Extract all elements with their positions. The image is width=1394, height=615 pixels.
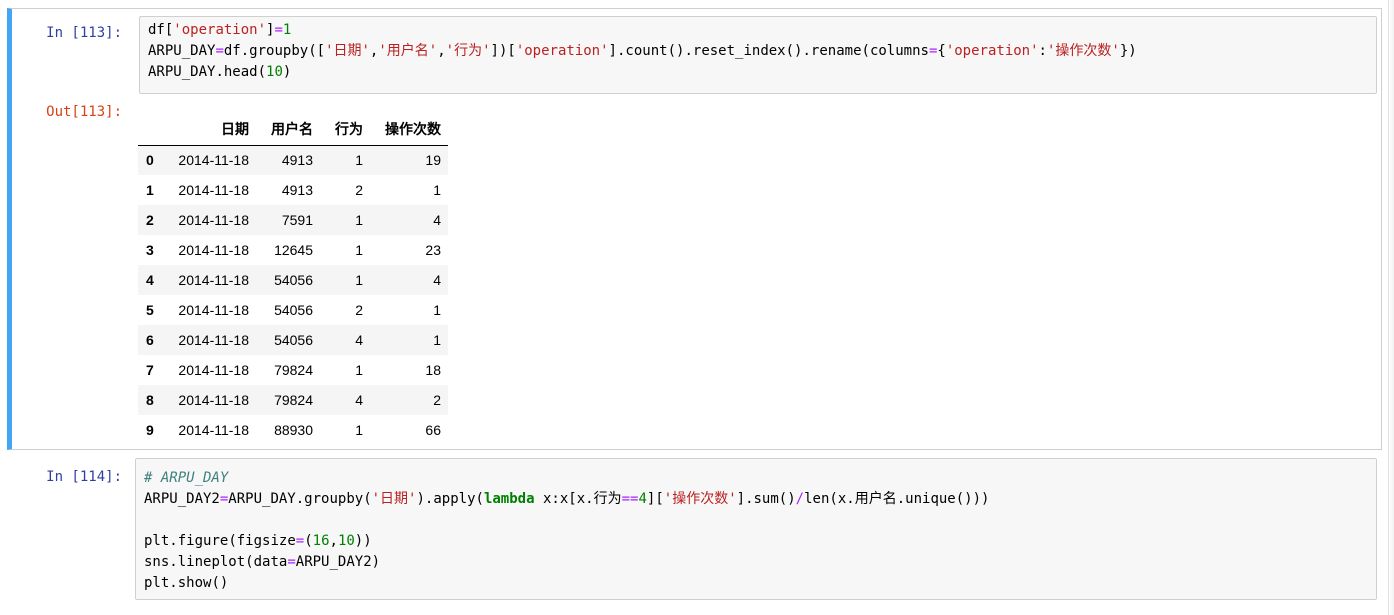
table-cell: 1 bbox=[355, 242, 363, 258]
table-cell: 4 bbox=[355, 332, 363, 348]
table-cell: 2014-11-18 bbox=[178, 242, 249, 258]
table-row: 9 2014-11-18 88930 1 66 bbox=[138, 415, 448, 445]
table-cell: 2014-11-18 bbox=[178, 272, 249, 288]
row-index: 6 bbox=[146, 332, 154, 348]
code-line: ARPU_DAY2=ARPU_DAY.groupby('日期').apply(l… bbox=[144, 491, 990, 507]
table-cell: 79824 bbox=[274, 362, 313, 378]
code-cell-114[interactable]: In [114]: # ARPU_DAY ARPU_DAY2=ARPU_DAY.… bbox=[7, 452, 1382, 604]
table-cell: 54056 bbox=[274, 302, 313, 318]
table-row: 0 2014-11-18 4913 1 19 bbox=[138, 145, 448, 175]
row-index: 9 bbox=[146, 422, 154, 438]
table-cell: 4 bbox=[433, 272, 441, 288]
row-index: 0 bbox=[146, 152, 154, 169]
table-cell: 4 bbox=[433, 212, 441, 228]
row-index: 3 bbox=[146, 242, 154, 258]
output-prompt: Out[113]: bbox=[46, 104, 122, 120]
table-cell: 1 bbox=[433, 182, 441, 198]
code-editor[interactable]: # ARPU_DAY ARPU_DAY2=ARPU_DAY.groupby('日… bbox=[136, 459, 1376, 594]
code-line: ARPU_DAY=df.groupby(['日期','用户名','行为'])['… bbox=[148, 43, 1137, 59]
code-line: sns.lineplot(data=ARPU_DAY2) bbox=[144, 554, 381, 570]
table-cell: 1 bbox=[433, 332, 441, 348]
column-header-operation-count: 操作次数 bbox=[370, 113, 448, 146]
table-row: 3 2014-11-18 12645 1 23 bbox=[138, 235, 448, 265]
code-input-area[interactable]: # ARPU_DAY ARPU_DAY2=ARPU_DAY.groupby('日… bbox=[135, 458, 1377, 600]
table-cell: 66 bbox=[425, 422, 441, 438]
table-cell: 88930 bbox=[274, 422, 313, 438]
table-cell: 2014-11-18 bbox=[178, 302, 249, 318]
table-cell: 1 bbox=[355, 212, 363, 228]
table-cell: 2014-11-18 bbox=[178, 212, 249, 228]
table-cell: 1 bbox=[355, 152, 363, 169]
table-cell: 2014-11-18 bbox=[178, 332, 249, 348]
code-input-area[interactable]: df['operation']=1 ARPU_DAY=df.groupby(['… bbox=[139, 16, 1377, 94]
table-cell: 4 bbox=[355, 392, 363, 408]
row-index: 8 bbox=[146, 392, 154, 408]
table-cell: 18 bbox=[425, 362, 441, 378]
row-index: 2 bbox=[146, 212, 154, 228]
table-cell: 1 bbox=[355, 272, 363, 288]
row-index: 4 bbox=[146, 272, 154, 288]
table-cell: 7591 bbox=[281, 212, 313, 228]
code-editor[interactable]: df['operation']=1 ARPU_DAY=df.groupby(['… bbox=[140, 17, 1376, 83]
code-line: # ARPU_DAY bbox=[144, 470, 229, 486]
row-index: 1 bbox=[146, 182, 154, 198]
table-row: 1 2014-11-18 4913 2 1 bbox=[138, 175, 448, 205]
page-scrollbar[interactable] bbox=[1388, 0, 1394, 615]
table-cell: 2 bbox=[355, 182, 363, 198]
table-cell: 2014-11-18 bbox=[178, 392, 249, 408]
table-row: 2 2014-11-18 7591 1 4 bbox=[138, 205, 448, 235]
table-cell: 12645 bbox=[274, 242, 313, 258]
column-header-username: 用户名 bbox=[256, 113, 320, 146]
table-row: 6 2014-11-18 54056 4 1 bbox=[138, 325, 448, 355]
table-cell: 79824 bbox=[274, 392, 313, 408]
code-line: ARPU_DAY.head(10) bbox=[148, 64, 292, 80]
table-row: 7 2014-11-18 79824 1 18 bbox=[138, 355, 448, 385]
table-cell: 4913 bbox=[281, 152, 313, 169]
dataframe-table: 日期 用户名 行为 操作次数 0 2014-11-18 4913 1 19 1 2014-1… bbox=[138, 113, 448, 445]
table-cell: 2014-11-18 bbox=[178, 362, 249, 378]
table-body: 0 2014-11-18 4913 1 19 1 2014-11-18 4913 2 1 2 2014… bbox=[138, 145, 448, 445]
table-row: 5 2014-11-18 54056 2 1 bbox=[138, 295, 448, 325]
row-index: 7 bbox=[146, 362, 154, 378]
code-line: plt.figure(figsize=(16,10)) bbox=[144, 533, 372, 549]
table-cell: 54056 bbox=[274, 272, 313, 288]
column-header-index bbox=[138, 113, 168, 146]
input-prompt: In [114]: bbox=[46, 469, 122, 485]
table-cell: 4913 bbox=[281, 182, 313, 198]
table-cell: 2 bbox=[355, 302, 363, 318]
table-row: 8 2014-11-18 79824 4 2 bbox=[138, 385, 448, 415]
input-prompt: In [113]: bbox=[46, 25, 122, 41]
table-cell: 54056 bbox=[274, 332, 313, 348]
table-cell: 23 bbox=[425, 242, 441, 258]
code-cell-113[interactable]: In [113]: df['operation']=1 ARPU_DAY=df.… bbox=[7, 8, 1382, 450]
column-header-behavior: 行为 bbox=[320, 113, 370, 146]
table-cell: 2 bbox=[433, 392, 441, 408]
table-cell: 19 bbox=[425, 152, 441, 169]
dataframe-output: 日期 用户名 行为 操作次数 0 2014-11-18 4913 1 19 1 2014-1… bbox=[138, 113, 448, 445]
table-cell: 1 bbox=[355, 362, 363, 378]
table-cell: 2014-11-18 bbox=[178, 182, 249, 198]
column-header-date: 日期 bbox=[168, 113, 256, 146]
table-cell: 2014-11-18 bbox=[178, 422, 249, 438]
code-line: plt.show() bbox=[144, 575, 229, 591]
row-index: 5 bbox=[146, 302, 154, 318]
code-line: df['operation']=1 bbox=[148, 22, 292, 38]
table-cell: 2014-11-18 bbox=[178, 152, 249, 169]
table-row: 4 2014-11-18 54056 1 4 bbox=[138, 265, 448, 295]
table-cell: 1 bbox=[355, 422, 363, 438]
table-cell: 1 bbox=[433, 302, 441, 318]
table-header-row: 日期 用户名 行为 操作次数 bbox=[138, 113, 448, 146]
